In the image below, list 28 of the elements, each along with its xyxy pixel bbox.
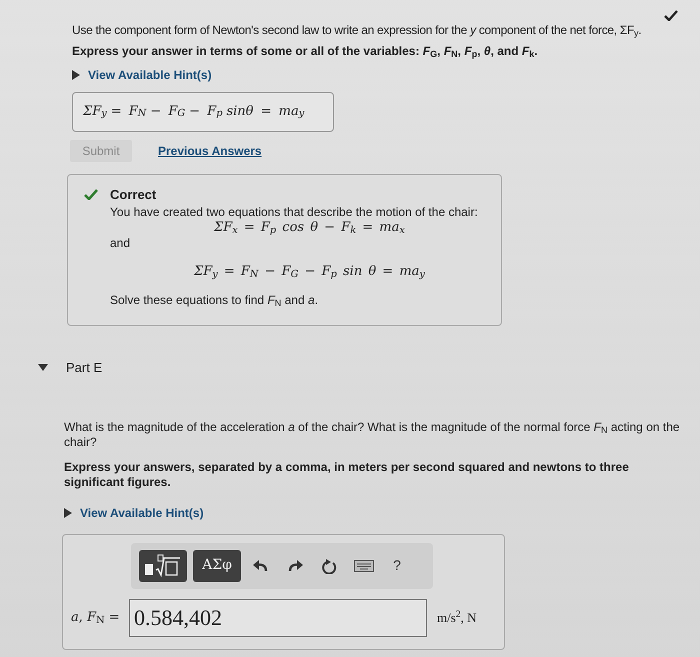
units-label: m/s$^{2}$, N bbox=[437, 608, 477, 627]
instruction-text: Express your answers, separated by a comma, in meters per second squared and newtons to three significant figures. bbox=[64, 460, 630, 490]
feedback-title: Correct bbox=[110, 186, 156, 204]
instruction-text: Express your answer in terms of some or all of the variables: F$_{G}$, F$_{N}$, F$_{p}$, θ, and F$_{k}$. bbox=[72, 43, 539, 60]
symbols-button[interactable]: ΑΣφ bbox=[193, 550, 241, 582]
answer-label: a, F$_{N}$ = bbox=[71, 608, 121, 628]
question-text: What is the magnitude of the acceleration a of the chair? What is the magnitude of the normal force F$_{N}$ acting on the chair? bbox=[64, 420, 681, 450]
help-button[interactable]: ? bbox=[385, 550, 409, 582]
feedback-text: Solve these equations to find F$_{N}$ and a. bbox=[110, 292, 320, 309]
keyboard-icon bbox=[354, 560, 374, 572]
expand-icon bbox=[64, 508, 72, 518]
question-text: Use the component form of Newton's second law to write an expression for the y component of the net force, ΣF$_{y}$. bbox=[72, 22, 642, 39]
feedback-text: and bbox=[110, 236, 132, 250]
equation: ΣF$_{y}$ = F$_{N}$ − F$_{G}$ − F$_{p}$ sin θ = ma$_{y}$ bbox=[192, 262, 426, 281]
checkmark-icon bbox=[84, 189, 98, 200]
template-button[interactable] bbox=[139, 550, 187, 582]
equation: ΣF$_{x}$ = F$_{p}$ cos θ − F$_{k}$ = ma$_{x}$ bbox=[212, 220, 406, 236]
feedback-text: You have created two equations that describe the motion of the chair: bbox=[110, 204, 479, 220]
undo-icon bbox=[252, 558, 270, 574]
answer-field: ΣF$_{y}$ = F$_{N}$ − F$_{G}$ − F$_{p}$sinθ = ma$_{y}$ bbox=[72, 92, 334, 132]
root-template-icon bbox=[144, 554, 182, 578]
redo-icon bbox=[286, 558, 304, 574]
reset-icon bbox=[320, 558, 338, 574]
part-label[interactable]: Part E bbox=[66, 358, 102, 378]
expand-icon bbox=[72, 70, 80, 80]
part-header[interactable]: Part E bbox=[38, 358, 102, 378]
answer-input[interactable]: 0.584,402 bbox=[129, 598, 427, 636]
previous-answers-link[interactable]: Previous Answers bbox=[158, 142, 262, 160]
